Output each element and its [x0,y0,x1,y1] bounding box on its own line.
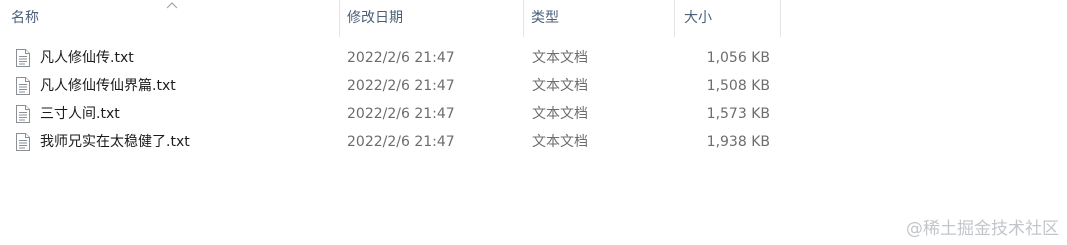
file-explorer: 名称 修改日期 类型 大小 凡人修仙传.txt 2022/2/6 21:47 文… [0,0,1067,245]
column-header-type[interactable]: 类型 [524,0,674,37]
column-header-name-label: 名称 [11,10,39,26]
file-modified-date: 2022/2/6 21:47 [347,134,455,150]
chevron-up-icon [166,2,178,9]
file-name: 凡人修仙传.txt [40,50,134,66]
column-header-row: 名称 修改日期 类型 大小 [0,0,781,37]
column-header-type-label: 类型 [531,10,559,26]
column-header-size-label: 大小 [684,10,712,26]
file-modified-date: 2022/2/6 21:47 [347,50,455,66]
file-row[interactable]: 我师兄实在太稳健了.txt 2022/2/6 21:47 文本文档 1,938 … [0,128,781,156]
text-file-icon [16,49,30,67]
file-modified-date: 2022/2/6 21:47 [347,106,455,122]
text-file-icon [16,133,30,151]
text-file-icon [16,105,30,123]
text-file-icon [16,77,30,95]
file-name: 三寸人间.txt [40,106,120,122]
file-size: 1,056 KB [706,50,770,66]
file-type: 文本文档 [532,78,588,94]
file-size: 1,508 KB [706,78,770,94]
column-header-name[interactable]: 名称 [0,0,339,37]
watermark: @稀土掘金技术社区 [906,219,1059,239]
file-modified-date: 2022/2/6 21:47 [347,78,455,94]
file-type: 文本文档 [532,134,588,150]
column-header-date-label: 修改日期 [347,10,403,26]
file-row[interactable]: 凡人修仙传.txt 2022/2/6 21:47 文本文档 1,056 KB [0,44,781,72]
file-name: 凡人修仙传仙界篇.txt [40,78,176,94]
file-name: 我师兄实在太稳健了.txt [40,134,190,150]
column-header-date[interactable]: 修改日期 [340,0,523,37]
column-header-size[interactable]: 大小 [675,0,780,37]
file-type: 文本文档 [532,50,588,66]
file-size: 1,938 KB [706,134,770,150]
file-type: 文本文档 [532,106,588,122]
file-row[interactable]: 凡人修仙传仙界篇.txt 2022/2/6 21:47 文本文档 1,508 K… [0,72,781,100]
file-row[interactable]: 三寸人间.txt 2022/2/6 21:47 文本文档 1,573 KB [0,100,781,128]
column-separator[interactable] [780,0,781,37]
file-size: 1,573 KB [706,106,770,122]
